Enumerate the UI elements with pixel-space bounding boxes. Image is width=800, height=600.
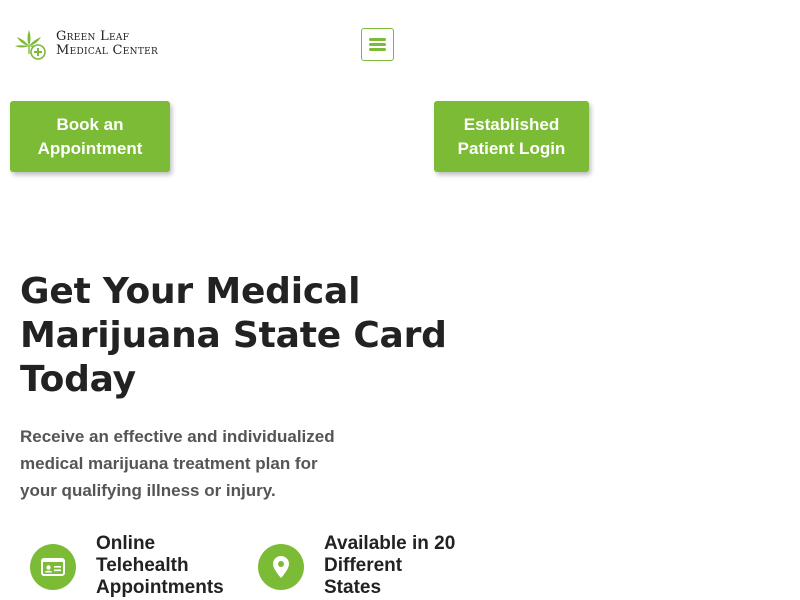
logo-line-1: Green Leaf xyxy=(56,29,130,44)
hero-description: Receive an effective and individualized … xyxy=(20,427,335,500)
book-appointment-button[interactable]: Book an Appointment xyxy=(10,101,170,172)
id-card-icon xyxy=(30,544,76,590)
logo-line-2: Medical Center xyxy=(56,43,159,58)
page: Green Leaf Medical Center Book an Appoin… xyxy=(0,0,800,600)
patient-login-button[interactable]: Established Patient Login xyxy=(434,101,589,172)
location-pin-icon xyxy=(258,544,304,590)
feature-telehealth: Online Telehealth Appointments xyxy=(30,533,236,599)
hamburger-menu-icon xyxy=(369,38,386,51)
feature-states-label: Available in 20 Different States xyxy=(324,533,456,598)
cannabis-leaf-plus-icon xyxy=(15,30,46,60)
feature-states: Available in 20 Different States xyxy=(258,533,474,599)
feature-telehealth-label: Online Telehealth Appointments xyxy=(96,533,224,598)
site-logo[interactable]: Green Leaf Medical Center xyxy=(14,27,158,61)
logo-wordmark: Green Leaf Medical Center xyxy=(56,30,158,58)
hero-title: Get Your Medical Marijuana State Card To… xyxy=(20,271,447,400)
menu-toggle-button[interactable] xyxy=(361,28,394,61)
